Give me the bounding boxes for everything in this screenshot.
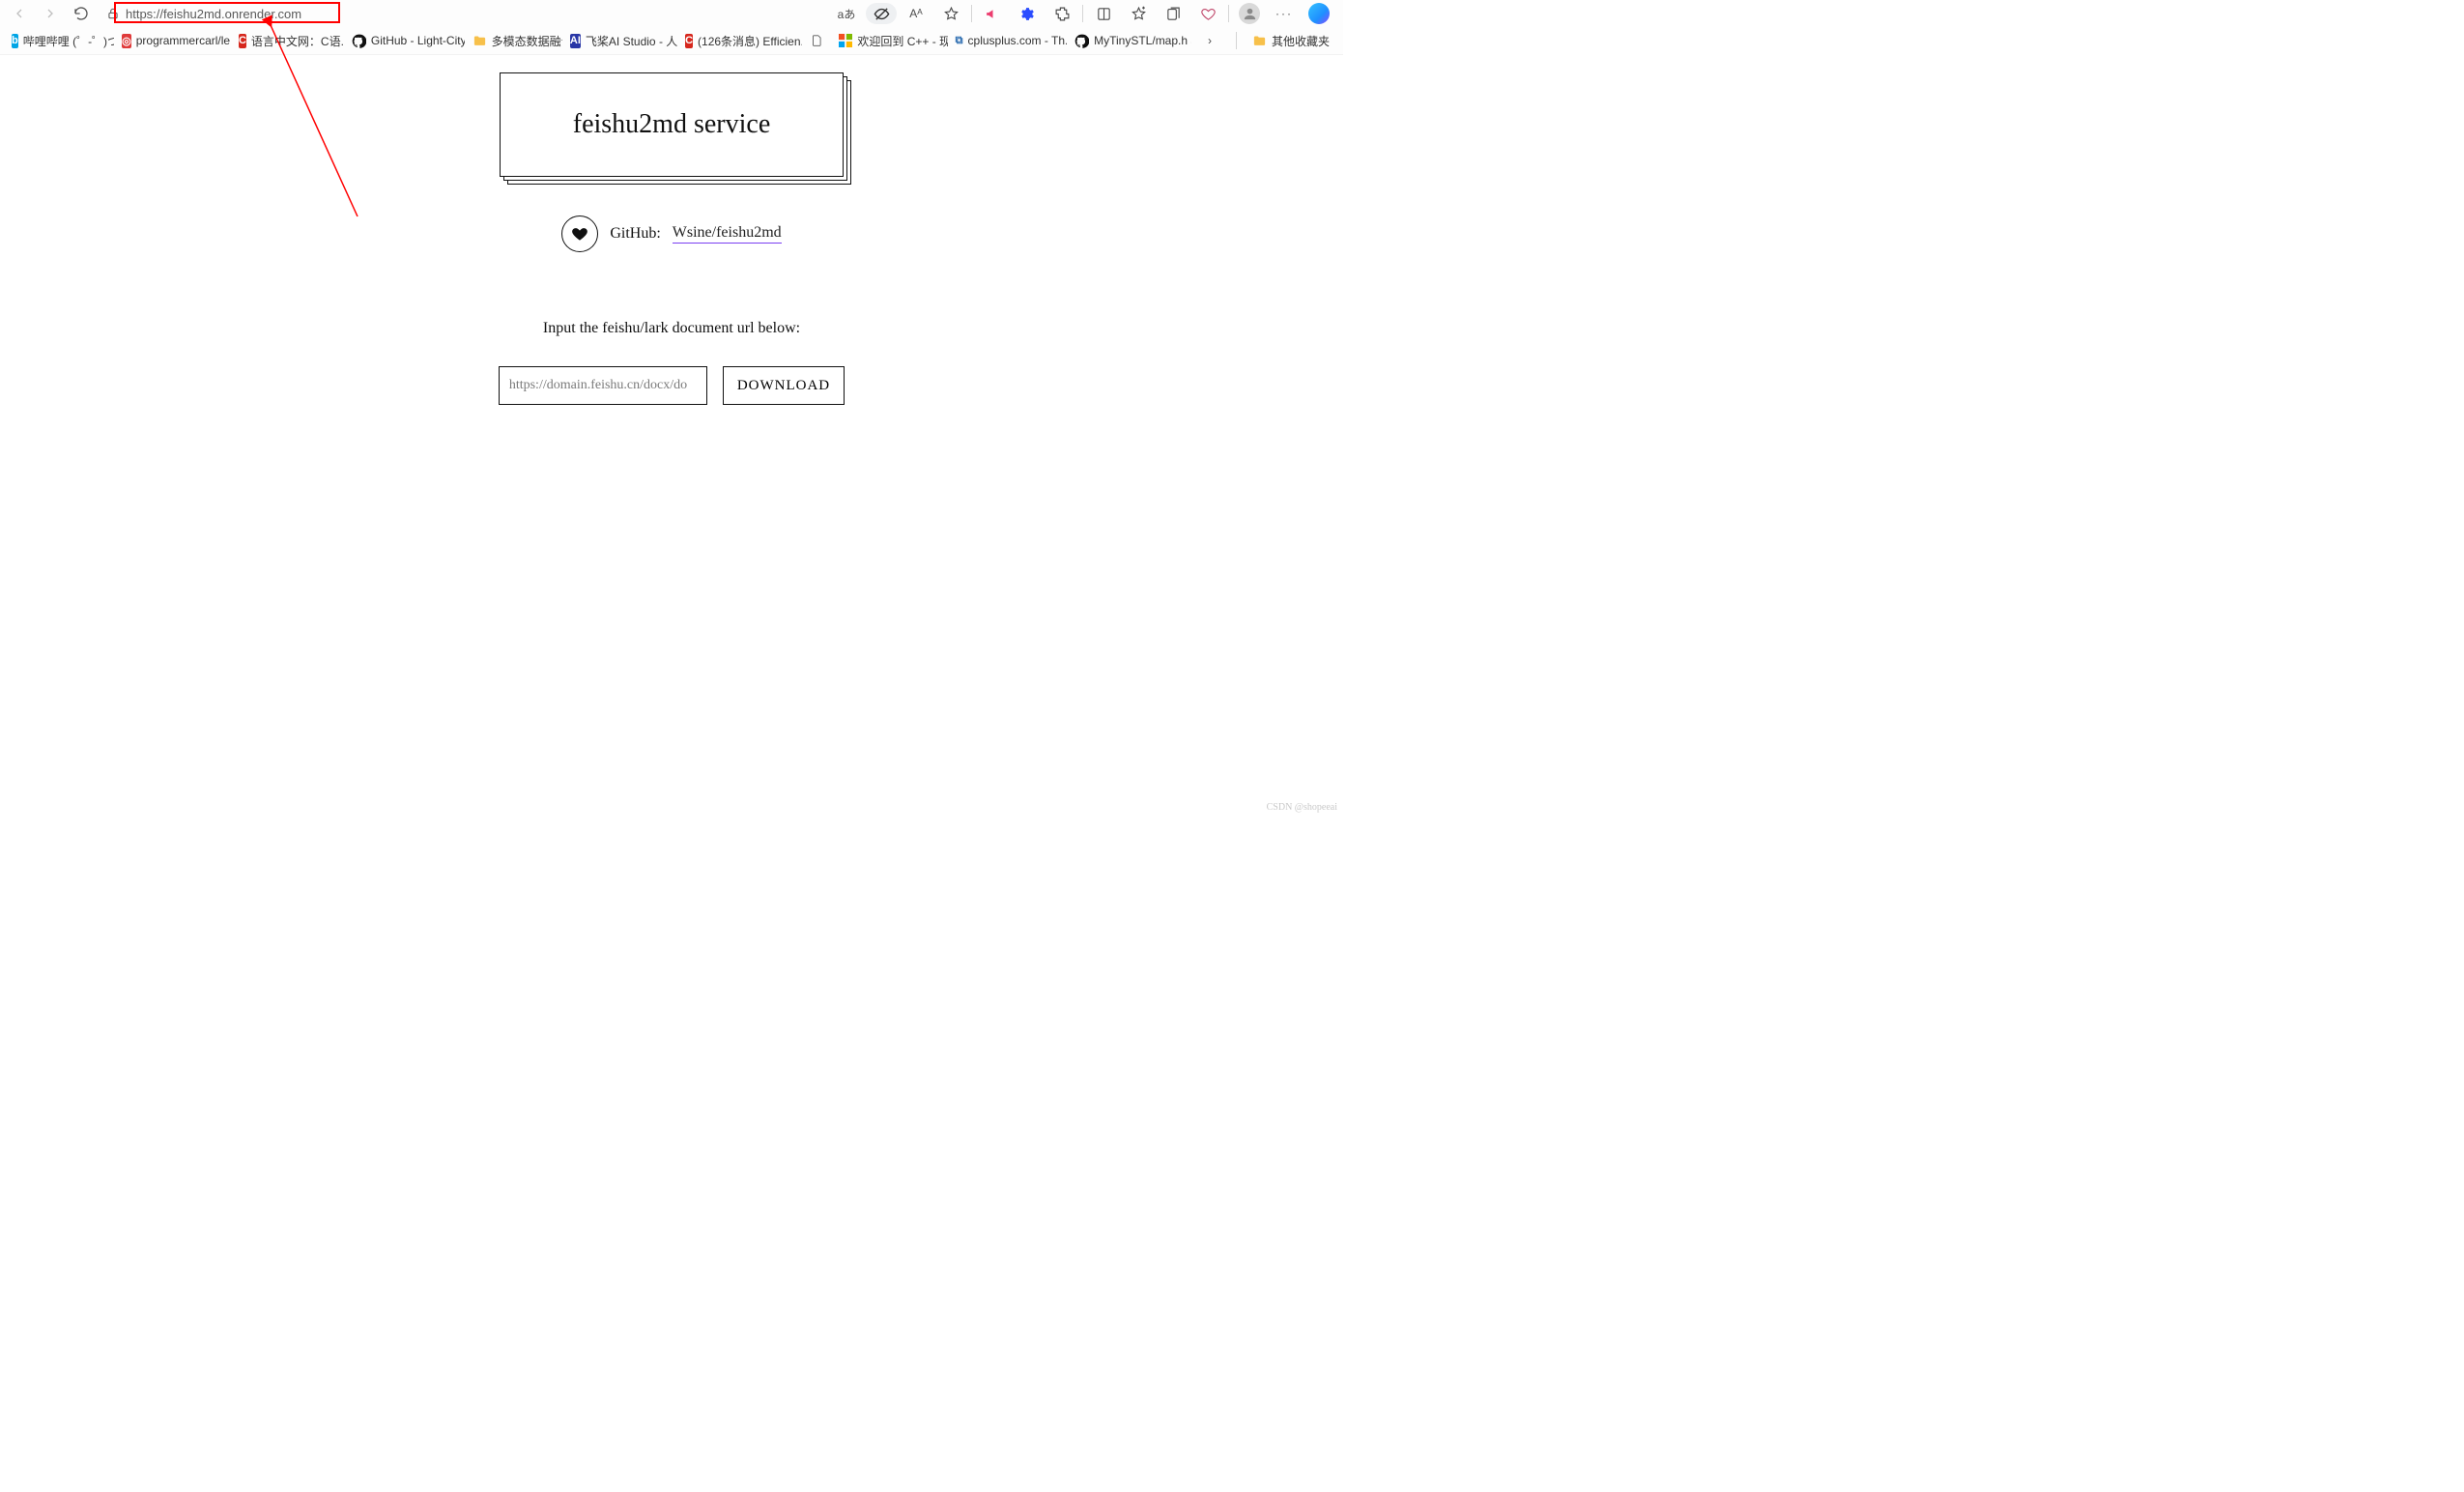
heart-icon[interactable] [1191,0,1224,27]
other-bookmarks-label: 其他收藏夹 [1272,33,1330,49]
separator [971,5,972,22]
github-icon [352,34,366,48]
download-button[interactable]: DOWNLOAD [723,366,845,405]
profile-avatar[interactable] [1233,0,1266,27]
ms-icon [839,34,852,48]
bookmark-item[interactable]: ⧉ cplusplus.com - Th... [950,29,1067,52]
page-icon [810,34,823,48]
toolbar-actions: aあ Aᴬ · [830,0,1339,27]
c-icon: C [239,34,246,48]
bookmark-label: 语言中文网：C语... [251,33,344,49]
megaphone-icon[interactable] [976,0,1009,27]
bookmark-item[interactable]: MyTinySTL/map.h a... [1069,29,1191,52]
bookmark-label: 欢迎回到 C++ - 现... [857,33,947,49]
bili-icon: b [12,34,18,48]
reader-icon[interactable]: Aᴬ [900,0,932,27]
bookmarks-bar: b 哔哩哔哩 (゜-゜)つ ◎ programmercarl/le... C 语… [0,27,1343,54]
separator [1082,5,1083,22]
separator [1228,5,1229,22]
bookmark-item[interactable]: ◎ programmercarl/le... [116,29,231,52]
split-icon[interactable] [1087,0,1120,27]
folder-icon [1252,34,1267,48]
bookmark-label: MyTinySTL/map.h a... [1094,34,1191,47]
collections-icon[interactable] [1157,0,1189,27]
separator [1236,32,1237,49]
download-form: DOWNLOAD [0,366,1343,405]
c-icon: C [685,34,693,48]
page-content: feishu2md service GitHub: Wsine/feishu2m… [0,54,1343,815]
bookmark-label: cplusplus.com - Th... [968,34,1068,47]
browser-toolbar: https://feishu2md.onrender.com aあ Aᴬ [0,0,1343,27]
other-bookmarks[interactable]: 其他收藏夹 [1246,29,1335,52]
bookmark-item[interactable]: 多模态数据融合 [467,29,562,52]
page-title: feishu2md service [573,109,771,140]
github-link[interactable]: Wsine/feishu2md [673,224,782,244]
tracking-icon[interactable] [865,0,898,27]
bookmark-overflow[interactable]: › [1193,27,1226,54]
watermark: CSDN @shopeeai [1267,802,1337,813]
gear-icon[interactable] [1011,0,1044,27]
more-icon[interactable]: ··· [1268,0,1301,27]
heart-icon [561,215,598,252]
copilot-icon[interactable] [1303,0,1335,27]
translate-icon[interactable]: aあ [830,0,863,27]
extensions-icon[interactable] [1046,0,1078,27]
url-text: https://feishu2md.onrender.com [126,7,301,21]
bookmark-item[interactable]: b 哔哩哔哩 (゜-゜)つ [6,29,114,52]
bookmark-label: 多模态数据融合 [492,33,562,49]
title-card: feishu2md service [500,72,844,177]
ai-icon: AI [570,34,581,48]
back-button[interactable] [4,0,35,27]
bookmark-item[interactable]: GitHub - Light-City/... [346,29,465,52]
address-bar[interactable]: https://feishu2md.onrender.com [100,2,826,25]
github-row: GitHub: Wsine/feishu2md [0,215,1343,252]
star-icon[interactable] [934,0,967,27]
github-label: GitHub: [610,225,660,243]
bookmark-label: 飞桨AI Studio - 人... [586,33,677,49]
favorites-icon[interactable] [1122,0,1155,27]
lock-icon [106,7,120,20]
bookmark-label: 哔哩哔哩 (゜-゜)つ [23,33,114,49]
input-prompt: Input the feishu/lark document url below… [0,320,1343,337]
bookmark-label: GitHub - Light-City/... [371,34,465,47]
bookmark-item[interactable]: AI 飞桨AI Studio - 人... [564,29,677,52]
bookmark-label: programmercarl/le... [136,34,231,47]
cpp-icon: ⧉ [956,34,963,48]
bookmark-item[interactable]: 欢迎回到 C++ - 现... [833,29,947,52]
bookmark-item[interactable] [804,29,832,52]
bookmark-item[interactable]: C 语言中文网：C语... [233,29,344,52]
bookmark-item[interactable]: C (126条消息) Efficien... [679,29,802,52]
github-icon [1074,34,1089,48]
folder-icon [473,34,487,48]
bookmark-label: (126条消息) Efficien... [698,33,802,49]
url-input[interactable] [499,366,707,405]
refresh-button[interactable] [66,0,97,27]
pc-icon: ◎ [122,34,131,48]
forward-button[interactable] [35,0,66,27]
